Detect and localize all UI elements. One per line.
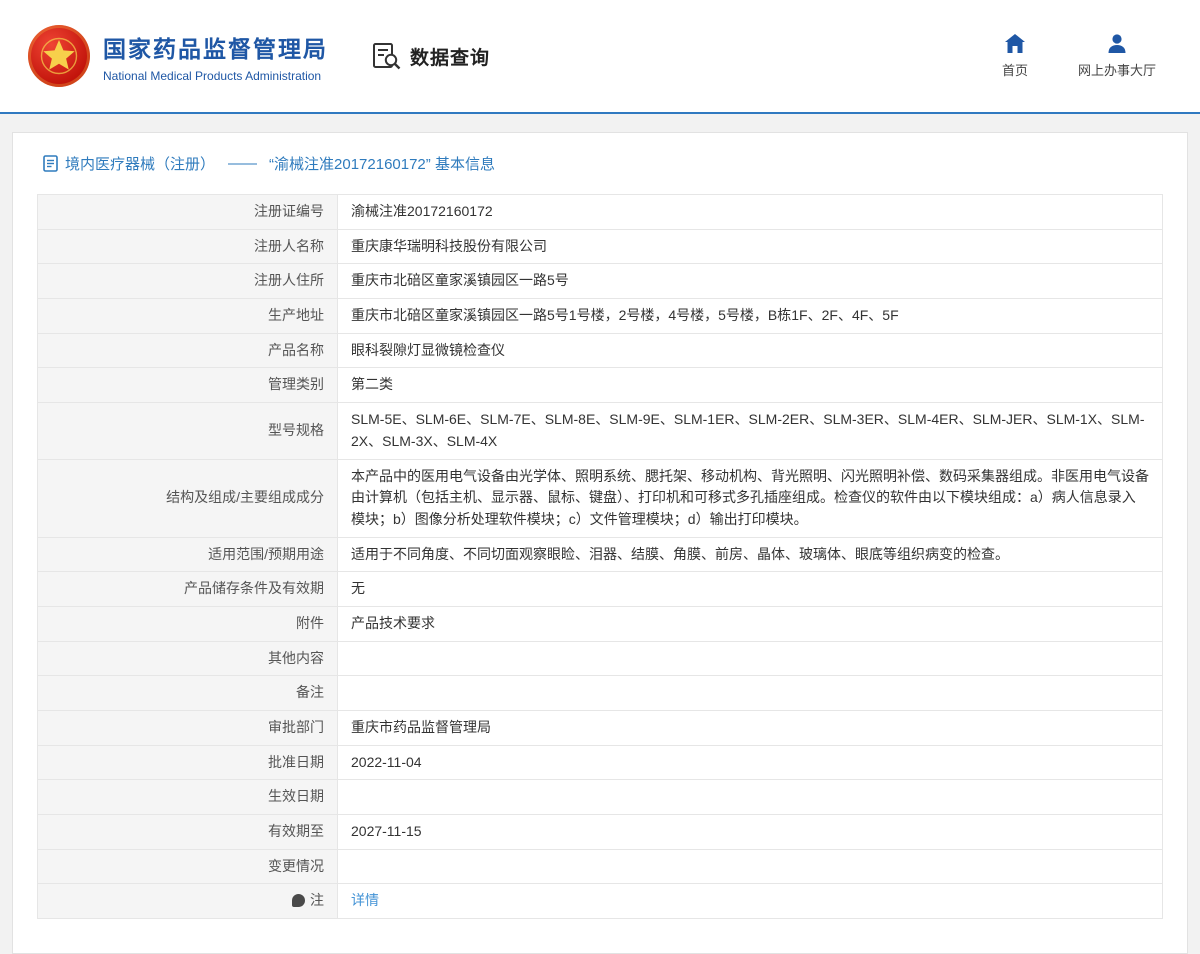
row-value: 本产品中的医用电气设备由光学体、照明系统、腮托架、移动机构、背光照明、闪光照明补… xyxy=(338,459,1163,537)
row-label: 适用范围/预期用途 xyxy=(38,537,338,572)
info-table: 注册证编号渝械注准20172160172注册人名称重庆康华瑞明科技股份有限公司注… xyxy=(37,194,1163,919)
brand[interactable]: 国家药品监督管理局 National Medical Products Admi… xyxy=(28,25,328,87)
org-name-cn: 国家药品监督管理局 xyxy=(103,30,328,64)
row-value: 重庆康华瑞明科技股份有限公司 xyxy=(338,229,1163,264)
nav-home-label: 首页 xyxy=(1002,60,1028,79)
nav-service-hall[interactable]: 网上办事大厅 xyxy=(1078,34,1156,79)
row-label: 注册人住所 xyxy=(38,264,338,299)
table-row: 生效日期 xyxy=(38,780,1163,815)
data-query-icon xyxy=(372,42,402,70)
table-row: 注册证编号渝械注准20172160172 xyxy=(38,195,1163,230)
row-label: 其他内容 xyxy=(38,641,338,676)
table-row: 型号规格SLM-5E、SLM-6E、SLM-7E、SLM-8E、SLM-9E、S… xyxy=(38,403,1163,459)
table-row: 结构及组成/主要组成成分本产品中的医用电气设备由光学体、照明系统、腮托架、移动机… xyxy=(38,459,1163,537)
table-row: 注册人名称重庆康华瑞明科技股份有限公司 xyxy=(38,229,1163,264)
row-value: 详情 xyxy=(338,884,1163,919)
data-query-title: 数据查询 xyxy=(410,43,490,70)
home-icon xyxy=(1005,34,1025,53)
row-label: 附件 xyxy=(38,606,338,641)
breadcrumb-category[interactable]: 境内医疗器械（注册） xyxy=(65,153,215,174)
nav-service-hall-label: 网上办事大厅 xyxy=(1078,60,1156,79)
row-label: 注 xyxy=(38,884,338,919)
row-value xyxy=(338,676,1163,711)
row-value: 无 xyxy=(338,572,1163,607)
row-value: 第二类 xyxy=(338,368,1163,403)
table-row: 审批部门重庆市药品监督管理局 xyxy=(38,711,1163,746)
table-row: 批准日期2022-11-04 xyxy=(38,745,1163,780)
table-row: 产品名称眼科裂隙灯显微镜检查仪 xyxy=(38,333,1163,368)
row-label: 结构及组成/主要组成成分 xyxy=(38,459,338,537)
row-value xyxy=(338,780,1163,815)
row-label: 产品储存条件及有效期 xyxy=(38,572,338,607)
table-row: 注册人住所重庆市北碚区童家溪镇园区一路5号 xyxy=(38,264,1163,299)
breadcrumb-separator: —— xyxy=(228,155,256,172)
page-title: “渝械注准20172160172” 基本信息 xyxy=(269,153,495,174)
row-label: 变更情况 xyxy=(38,849,338,884)
row-value: 重庆市北碚区童家溪镇园区一路5号1号楼，2号楼，4号楼，5号楼，B栋1F、2F、… xyxy=(338,299,1163,334)
row-label: 有效期至 xyxy=(38,815,338,850)
row-value: 2027-11-15 xyxy=(338,815,1163,850)
table-row: 注详情 xyxy=(38,884,1163,919)
row-value: 重庆市药品监督管理局 xyxy=(338,711,1163,746)
row-label: 型号规格 xyxy=(38,403,338,459)
content-area: 境内医疗器械（注册） —— “渝械注准20172160172” 基本信息 注册证… xyxy=(0,114,1200,954)
breadcrumb: 境内医疗器械（注册） —— “渝械注准20172160172” 基本信息 xyxy=(37,141,1163,194)
org-name-en: National Medical Products Administration xyxy=(103,69,328,83)
nmpa-emblem-icon xyxy=(28,25,90,87)
brand-text: 国家药品监督管理局 National Medical Products Admi… xyxy=(103,30,328,83)
row-value: SLM-5E、SLM-6E、SLM-7E、SLM-8E、SLM-9E、SLM-1… xyxy=(338,403,1163,459)
top-nav: 首页 网上办事大厅 xyxy=(1002,34,1156,79)
row-label: 批准日期 xyxy=(38,745,338,780)
row-value xyxy=(338,849,1163,884)
row-label: 备注 xyxy=(38,676,338,711)
table-row: 适用范围/预期用途适用于不同角度、不同切面观察眼睑、泪器、结膜、角膜、前房、晶体… xyxy=(38,537,1163,572)
table-row: 生产地址重庆市北碚区童家溪镇园区一路5号1号楼，2号楼，4号楼，5号楼，B栋1F… xyxy=(38,299,1163,334)
table-row: 产品储存条件及有效期无 xyxy=(38,572,1163,607)
data-query-section: 数据查询 xyxy=(372,42,490,70)
table-row: 管理类别第二类 xyxy=(38,368,1163,403)
row-label: 注册证编号 xyxy=(38,195,338,230)
row-label: 生产地址 xyxy=(38,299,338,334)
row-value: 2022-11-04 xyxy=(338,745,1163,780)
row-label: 审批部门 xyxy=(38,711,338,746)
row-label: 产品名称 xyxy=(38,333,338,368)
detail-panel: 境内医疗器械（注册） —— “渝械注准20172160172” 基本信息 注册证… xyxy=(12,132,1188,954)
row-value: 眼科裂隙灯显微镜检查仪 xyxy=(338,333,1163,368)
row-label: 管理类别 xyxy=(38,368,338,403)
row-value: 渝械注准20172160172 xyxy=(338,195,1163,230)
row-label: 注册人名称 xyxy=(38,229,338,264)
user-icon xyxy=(1107,34,1127,53)
details-link[interactable]: 详情 xyxy=(351,892,379,908)
table-row: 其他内容 xyxy=(38,641,1163,676)
nav-home[interactable]: 首页 xyxy=(1002,34,1028,79)
site-header: 国家药品监督管理局 National Medical Products Admi… xyxy=(0,0,1200,114)
row-value: 适用于不同角度、不同切面观察眼睑、泪器、结膜、角膜、前房、晶体、玻璃体、眼底等组… xyxy=(338,537,1163,572)
table-row: 有效期至2027-11-15 xyxy=(38,815,1163,850)
note-icon xyxy=(292,894,305,907)
row-value: 产品技术要求 xyxy=(338,606,1163,641)
table-row: 附件产品技术要求 xyxy=(38,606,1163,641)
document-icon xyxy=(43,155,58,172)
row-value xyxy=(338,641,1163,676)
table-row: 变更情况 xyxy=(38,849,1163,884)
row-value: 重庆市北碚区童家溪镇园区一路5号 xyxy=(338,264,1163,299)
info-table-body: 注册证编号渝械注准20172160172注册人名称重庆康华瑞明科技股份有限公司注… xyxy=(38,195,1163,919)
row-label: 生效日期 xyxy=(38,780,338,815)
table-row: 备注 xyxy=(38,676,1163,711)
